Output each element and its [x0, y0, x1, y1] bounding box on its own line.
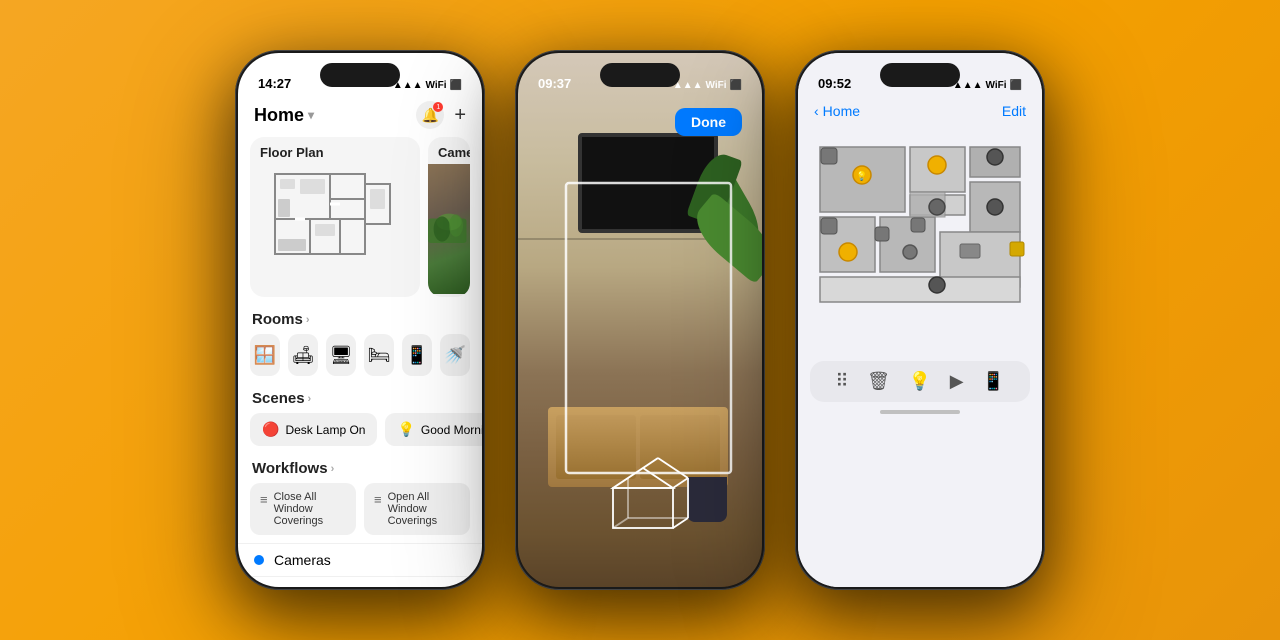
plant-pot: [687, 477, 727, 522]
home-title-text: Home: [254, 105, 304, 126]
scene-morning-label: Good Morning: [421, 423, 482, 437]
workflow-close-label: Close All Window Coverings: [274, 491, 346, 527]
battery-icon-2: ⬛: [730, 80, 742, 91]
scene-morning-icon: 💡: [397, 421, 414, 438]
notification-badge: 1: [433, 102, 443, 112]
cabinet-door-left: [556, 415, 636, 479]
time-2: 09:37: [538, 76, 571, 91]
cameras-dot: [254, 555, 264, 565]
time-3: 09:52: [818, 76, 851, 91]
cameras-label: Cameras: [274, 552, 331, 568]
battery-icon-3: ⬛: [1010, 80, 1022, 91]
room-btn-3[interactable]: 🖥: [326, 334, 356, 376]
room-btn-2[interactable]: 🛋: [288, 334, 318, 376]
time-1: 14:27: [258, 76, 291, 91]
wifi-icon-3: WiFi: [986, 80, 1007, 91]
floor-plan-svg: [270, 169, 400, 279]
phone3: 09:52 ▲▲▲ WiFi ⬛ ‹ Home Edit: [795, 50, 1045, 590]
scenes-section-header[interactable]: Scenes ›: [238, 384, 482, 413]
camera-preview-svg: [428, 204, 470, 254]
floor-map-svg: 💡: [810, 137, 1030, 347]
accessories-label: Accessories: [274, 585, 349, 587]
rooms-chevron-icon: ›: [306, 314, 310, 326]
workflows-chevron-icon: ›: [331, 463, 335, 475]
workflow-open-icon: ≡: [374, 492, 382, 507]
workflows-section-header[interactable]: Workflows ›: [238, 454, 482, 483]
add-button[interactable]: +: [454, 104, 466, 127]
scene-good-morning[interactable]: 💡 Good Morning: [385, 413, 482, 446]
back-label: Home: [823, 103, 860, 119]
workflow-open-label: Open All Window Coverings: [388, 491, 460, 527]
rooms-label: Rooms: [252, 311, 303, 328]
edit-button[interactable]: Edit: [1002, 103, 1026, 119]
camera-label: Camera: [428, 137, 470, 164]
floor-map-area: 💡: [798, 127, 1042, 357]
list-accessories[interactable]: Accessories: [238, 576, 482, 587]
scene-lamp-label: Desk Lamp On: [285, 423, 365, 437]
floor-plan-card[interactable]: Floor Plan: [250, 137, 420, 297]
dynamic-island-1: [320, 63, 400, 87]
rooms-section-header[interactable]: Rooms ›: [238, 305, 482, 334]
workflows-label: Workflows: [252, 460, 328, 477]
battery-icon: ⬛: [450, 80, 462, 91]
scene-desk-lamp[interactable]: 🔴 Desk Lamp On: [250, 413, 377, 446]
home-title: Home ▾: [254, 105, 314, 126]
rooms-row: 🪟 🛋 🖥 🛏 📱 🚿: [238, 334, 482, 384]
toolbar-play-icon[interactable]: ▶: [950, 371, 964, 392]
workflow-close-icon: ≡: [260, 492, 268, 507]
floor-map-toolbar: ⠿ 🗑 💡 ▶ 📱: [810, 361, 1030, 402]
workflow-close[interactable]: ≡ Close All Window Coverings: [250, 483, 356, 535]
status-icons-1: ▲▲▲ WiFi ⬛: [393, 80, 462, 91]
ar-scene: Done: [518, 53, 762, 587]
ar-cabinet: [548, 407, 728, 487]
wifi-icon-2: WiFi: [706, 80, 727, 91]
list-cameras[interactable]: Cameras: [238, 543, 482, 576]
home-header-actions: 🔔 1 +: [416, 101, 466, 129]
status-icons-2: ▲▲▲ WiFi ⬛: [673, 80, 742, 91]
status-icons-3: ▲▲▲ WiFi ⬛: [953, 80, 1022, 91]
home-header: Home ▾ 🔔 1 +: [238, 97, 482, 137]
workflows-row: ≡ Close All Window Coverings ≡ Open All …: [238, 483, 482, 543]
toolbar-trash-icon[interactable]: 🗑: [867, 371, 890, 392]
back-chevron-icon: ‹: [814, 103, 819, 119]
room-btn-5[interactable]: 📱: [402, 334, 432, 376]
scenes-label: Scenes: [252, 390, 305, 407]
home-chevron-icon: ▾: [308, 108, 314, 122]
workflow-open[interactable]: ≡ Open All Window Coverings: [364, 483, 470, 535]
scenes-chevron-icon: ›: [308, 393, 312, 405]
phone3-header: ‹ Home Edit: [798, 97, 1042, 127]
scroll-indicator: [880, 410, 960, 414]
scene-lamp-icon: 🔴: [262, 421, 279, 438]
signal-icon-2: ▲▲▲: [673, 80, 703, 91]
done-button[interactable]: Done: [675, 108, 742, 136]
phone1: 14:27 ▲▲▲ WiFi ⬛ Home ▾ 🔔 1 +: [235, 50, 485, 590]
phone3-content: ‹ Home Edit: [798, 97, 1042, 587]
status-bar-2: 09:37 ▲▲▲ WiFi ⬛: [518, 53, 762, 97]
room-btn-4[interactable]: 🛏: [364, 334, 394, 376]
cabinet-door-right: [640, 415, 720, 479]
floor-plan-image: [250, 164, 420, 284]
svg-text:💡: 💡: [856, 170, 867, 181]
floor-plan-label: Floor Plan: [250, 137, 420, 164]
toolbar-bulb-icon[interactable]: 💡: [909, 371, 931, 392]
camera-card[interactable]: Camera: [428, 137, 470, 297]
back-button[interactable]: ‹ Home: [814, 103, 860, 119]
phone1-content: Home ▾ 🔔 1 + Floor Plan: [238, 97, 482, 587]
room-btn-1[interactable]: 🪟: [250, 334, 280, 376]
wifi-icon: WiFi: [426, 80, 447, 91]
toolbar-phone-icon[interactable]: 📱: [982, 371, 1004, 392]
cards-row: Floor Plan: [238, 137, 482, 297]
notification-bell[interactable]: 🔔 1: [416, 101, 444, 129]
scenes-row: 🔴 Desk Lamp On 💡 Good Morning: [238, 413, 482, 454]
phone2: 09:37 ▲▲▲ WiFi ⬛: [515, 50, 765, 590]
dynamic-island-3: [880, 63, 960, 87]
room-btn-6[interactable]: 🚿: [440, 334, 470, 376]
toolbar-grid-icon[interactable]: ⠿: [835, 371, 848, 392]
camera-preview: [428, 164, 470, 294]
